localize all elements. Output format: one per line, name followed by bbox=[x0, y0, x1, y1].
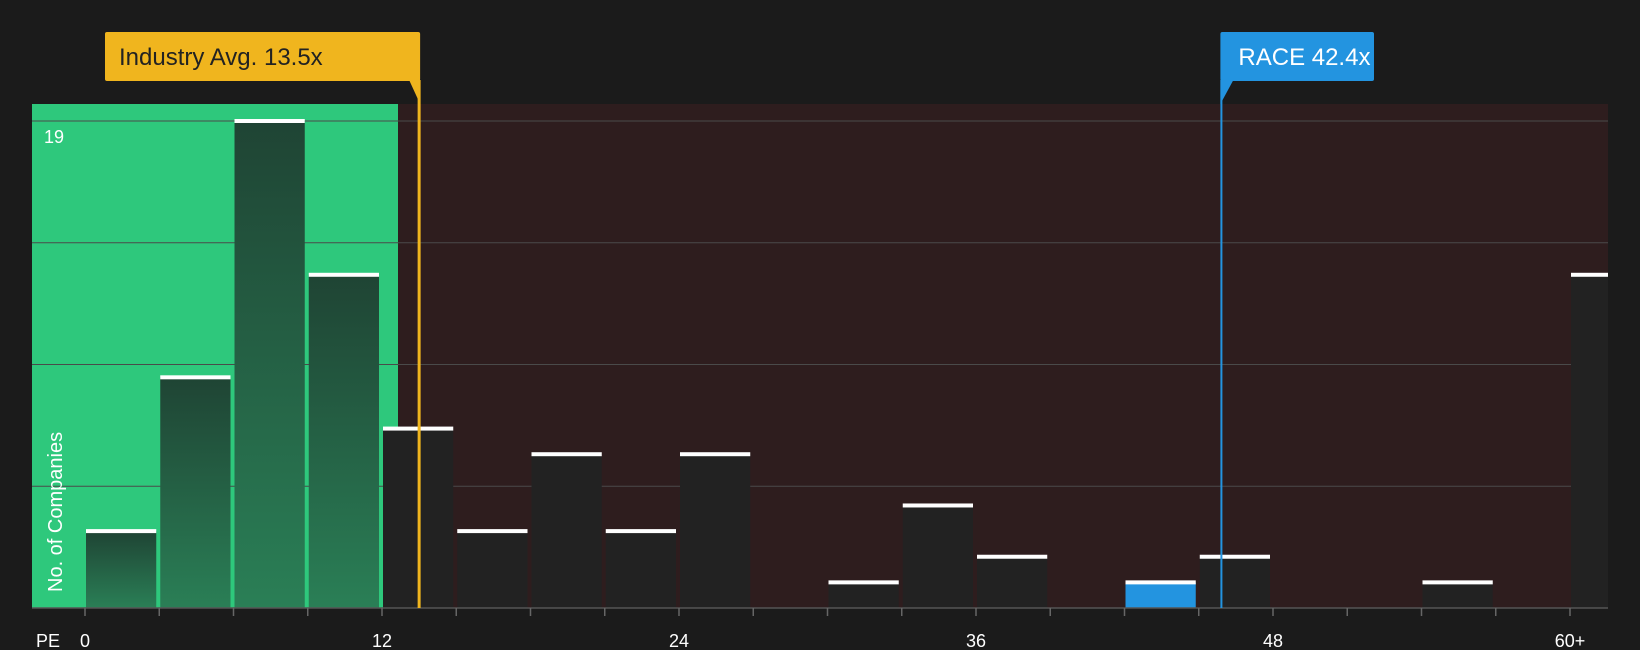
x-tick-label-48: 48 bbox=[1263, 631, 1283, 650]
bar-cap-0 bbox=[86, 529, 157, 534]
bar-3 bbox=[160, 377, 231, 608]
company-label: RACE 42.4x bbox=[1238, 44, 1370, 71]
bar-45 bbox=[1199, 556, 1270, 608]
y-max-label: 19 bbox=[44, 127, 64, 147]
bar-30 bbox=[828, 582, 899, 608]
bar-cap-33 bbox=[902, 503, 973, 508]
bar-36 bbox=[977, 556, 1048, 608]
pe-distribution-chart: 0 12 24 36 48 60+ Industry Avg. 13.5x RACE 42.… bbox=[32, 32, 1608, 650]
x-tick-label-36: 36 bbox=[966, 631, 986, 650]
bar-cap-21 bbox=[605, 529, 676, 534]
bar-cap-42 bbox=[1125, 580, 1196, 585]
bar-cap-45 bbox=[1199, 554, 1270, 559]
bar-cap-18 bbox=[531, 452, 602, 457]
industry-avg-label: Industry Avg. 13.5x bbox=[119, 44, 323, 71]
y-axis-label: No. of Companies bbox=[45, 432, 67, 592]
bar-cap-6 bbox=[234, 119, 305, 123]
bar-cap-9 bbox=[308, 272, 379, 277]
bar-33 bbox=[902, 505, 973, 608]
bar-6 bbox=[234, 121, 305, 608]
bar-24 bbox=[680, 454, 751, 608]
bar-cap-60 bbox=[1571, 272, 1608, 277]
bar-cap-54 bbox=[1422, 580, 1493, 585]
industry-avg-pointer bbox=[409, 80, 421, 104]
x-tick-label-60: 60+ bbox=[1555, 631, 1586, 650]
bar-21 bbox=[605, 531, 676, 608]
bar-42 bbox=[1125, 582, 1196, 608]
bar-cap-3 bbox=[160, 375, 231, 380]
bar-0 bbox=[86, 531, 157, 608]
bar-60 bbox=[1571, 274, 1608, 608]
bar-cap-36 bbox=[977, 554, 1048, 559]
bar-54 bbox=[1422, 582, 1493, 608]
bar-cap-24 bbox=[680, 452, 751, 457]
x-tick-label-12: 12 bbox=[372, 631, 392, 650]
x-axis-label: PE bbox=[36, 631, 60, 650]
x-tick-label-24: 24 bbox=[669, 631, 689, 650]
bar-cap-15 bbox=[457, 529, 528, 534]
company-pointer bbox=[1220, 80, 1234, 104]
bar-15 bbox=[457, 531, 528, 608]
x-tick-label-0: 0 bbox=[80, 631, 90, 650]
bar-18 bbox=[531, 454, 602, 608]
x-axis: 0 12 24 36 48 60+ bbox=[32, 607, 1608, 650]
bar-9 bbox=[308, 274, 379, 608]
bar-cap-30 bbox=[828, 580, 899, 585]
